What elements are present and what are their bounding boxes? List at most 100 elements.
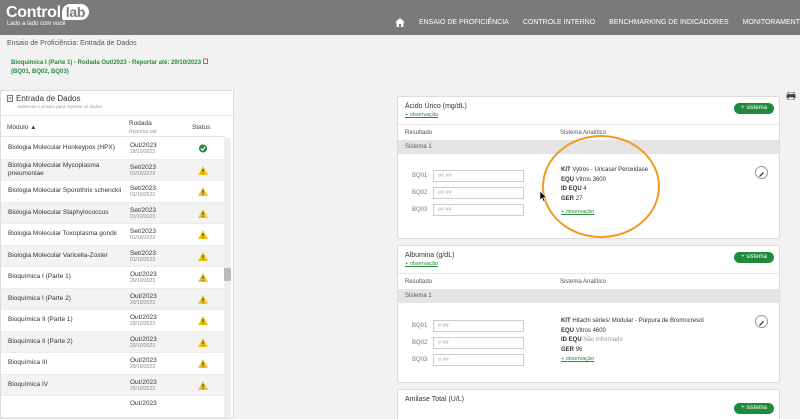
field-label-bq03: BQ03: [412, 207, 428, 213]
row-reportar-ate: 29/10/2023: [130, 278, 156, 284]
input-bq03[interactable]: ##.##: [433, 204, 524, 216]
pencil-icon: [759, 172, 764, 177]
highlight-circle: [542, 135, 660, 238]
row-modulo: Biologia Molecular Honkeypox (HPX): [8, 144, 115, 152]
table-row[interactable]: Biologia Molecular Honkeypox (HPX) Out/20…: [1, 138, 225, 160]
panel-title: Entrada de Dados: [16, 94, 81, 103]
add-observation-link[interactable]: + observação: [405, 112, 438, 118]
row-rodada: Set/2023 01/10/2023: [130, 185, 156, 199]
row-modulo: Biologia Molecular Toxoplasma gondii: [8, 230, 117, 238]
top-navbar: Control lab Lado a lado com você ENSAIO D…: [0, 0, 800, 35]
nav-ensaio-proficiencia[interactable]: ENSAIO DE PROFICIÊNCIA: [419, 19, 509, 26]
equ-value: Vitros 4600: [575, 327, 606, 334]
idequ-label: ID EQU: [561, 337, 582, 343]
add-observation-link[interactable]: + observação: [405, 261, 438, 267]
row-rodada: Out/2023: [130, 400, 157, 407]
input-bq03[interactable]: #.##: [433, 354, 524, 366]
mouse-cursor-icon: [540, 191, 547, 202]
col-rodada: Rodada Reportar até: [129, 120, 157, 136]
table-row[interactable]: Bioquímica IV Out/2023 29/10/2023: [1, 374, 225, 396]
row-reportar-ate: 29/10/2023: [130, 299, 156, 306]
card-columns: Resultado Sistema Analítico: [398, 273, 779, 289]
page-title-line1: Bioquímica I (Parte 1) - Rodada Out/2023…: [11, 60, 202, 66]
nav-controle-interno[interactable]: CONTROLE INTERNO: [523, 19, 595, 26]
row-rodada: Out/2023 29/10/2023: [130, 142, 157, 156]
panel-header: Entrada de Dados Selecione o ensaio para…: [1, 91, 233, 116]
add-sistema-button[interactable]: + sistema: [734, 403, 774, 414]
row-reportar-ate: 01/10/2023: [130, 192, 156, 198]
warning-icon: [198, 316, 208, 325]
row-modulo: Bioquímica IV: [8, 380, 49, 388]
row-rodada-label: Set/2023: [130, 206, 157, 214]
row-modulo: Biologia Molecular Varicella-Zoster: [8, 251, 108, 259]
print-icon[interactable]: [786, 92, 796, 100]
row-reportar-ate: 29/10/2023: [130, 385, 156, 392]
table-row[interactable]: Bioquímica II (Parte 2) Out/2023 29/10/202…: [1, 331, 225, 353]
add-sistema-button[interactable]: + sistema: [734, 252, 774, 263]
col-sistema-analitico: Sistema Analítico: [560, 279, 607, 285]
input-bq02[interactable]: ##.##: [433, 187, 524, 199]
input-bq01[interactable]: #.##: [433, 320, 524, 332]
scrollbar[interactable]: [224, 138, 231, 418]
table-row[interactable]: Bioquímica II (Parte 1) Out/2023 29/10/202…: [1, 310, 225, 332]
edit-system-button[interactable]: [755, 315, 768, 328]
row-rodada: Out/2023 29/10/2023: [130, 271, 157, 285]
col-resultado: Resultado: [405, 130, 433, 136]
row-modulo: Bioquímica I (Parte 2): [8, 294, 71, 302]
row-reportar-ate: 29/10/2023: [130, 321, 156, 327]
table-row[interactable]: Biologia Molecular Staphylococcus Set/202…: [1, 202, 225, 224]
table-row[interactable]: Biologia Molecular Mycoplasma pneumoniae…: [1, 159, 225, 181]
warning-icon: [198, 273, 208, 282]
warning-icon: [198, 165, 208, 175]
kit-label: KIT: [561, 318, 571, 324]
logo-main: Control: [6, 4, 61, 21]
card-albumina: Albumina (g/dL) + observação + sistema R…: [397, 245, 780, 383]
system-info: KIT Hitachi séries/ Modular - Púrpura de…: [561, 317, 704, 365]
equ-label: EQU: [561, 327, 575, 334]
col-modulo[interactable]: Módulo ▲: [7, 124, 37, 131]
table-row[interactable]: Bioquímica I (Parte 2) Out/2023 29/10/2023: [1, 288, 225, 310]
calendar-icon: [202, 58, 208, 64]
nav-benchmarking[interactable]: BENCHMARKING DE INDICADORES: [609, 19, 728, 26]
table-row[interactable]: Biologia Molecular Varicella-Zoster Set/2…: [1, 245, 225, 267]
card-title: Albumina (g/dL): [405, 252, 455, 259]
col-rodada-sub: Reportar até: [129, 129, 157, 135]
row-reportar-ate: 01/10/2023: [130, 235, 156, 241]
input-bq01[interactable]: ##.##: [433, 170, 524, 182]
row-rodada-label: Out/2023: [130, 378, 157, 386]
home-icon[interactable]: [394, 18, 405, 27]
table-row[interactable]: Biologia Molecular Sporothrix schenckii S…: [1, 181, 225, 203]
row-reportar-ate: 01/10/2023: [130, 256, 156, 263]
nav-monitoramento[interactable]: MONITORAMENT: [743, 19, 800, 26]
logo-badge: lab: [61, 4, 90, 20]
table-row[interactable]: Out/2023: [1, 396, 225, 418]
check-circle-icon: [198, 144, 208, 153]
table-row[interactable]: Biologia Molecular Toxoplasma gondii Set/…: [1, 224, 225, 246]
edit-system-button[interactable]: [755, 166, 768, 179]
row-reportar-ate: 29/10/2023: [130, 364, 156, 370]
system-observation-link[interactable]: + observação: [561, 356, 594, 362]
col-resultado: Resultado: [405, 279, 433, 285]
row-rodada: Out/2023 29/10/2023: [130, 293, 157, 307]
row-rodada-label: Out/2023: [130, 335, 157, 343]
page-title: Bioquímica I (Parte 1) - Rodada Out/2023…: [11, 58, 208, 77]
scrollbar-thumb[interactable]: [224, 268, 231, 281]
row-rodada-label: Set/2023: [130, 163, 157, 171]
pencil-icon: [759, 321, 764, 326]
entrada-dados-panel: Entrada de Dados Selecione o ensaio para…: [0, 90, 234, 419]
row-modulo: Bioquímica II (Parte 2): [8, 337, 73, 345]
table-row[interactable]: Bioquímica III Out/2023 29/10/2023: [1, 353, 225, 375]
sistema-label: Sistema 1: [405, 293, 432, 299]
field-label-bq01: BQ01: [412, 173, 428, 179]
row-rodada-label: Set/2023: [130, 185, 157, 192]
row-modulo: Bioquímica I (Parte 1): [8, 273, 71, 281]
table-row[interactable]: Bioquímica I (Parte 1) Out/2023 29/10/2023: [1, 267, 225, 289]
input-bq02[interactable]: #.##: [433, 337, 524, 349]
row-rodada-label: Set/2023: [130, 249, 157, 257]
add-sistema-button[interactable]: + sistema: [734, 103, 774, 114]
panel-subtitle: Selecione o ensaio para reportar os dado…: [17, 104, 102, 109]
warning-icon: [198, 208, 208, 218]
row-rodada: Set/2023 01/10/2023: [130, 228, 156, 242]
controllab-logo[interactable]: Control lab Lado a lado com você: [6, 4, 90, 27]
row-rodada-label: Out/2023: [130, 314, 157, 321]
